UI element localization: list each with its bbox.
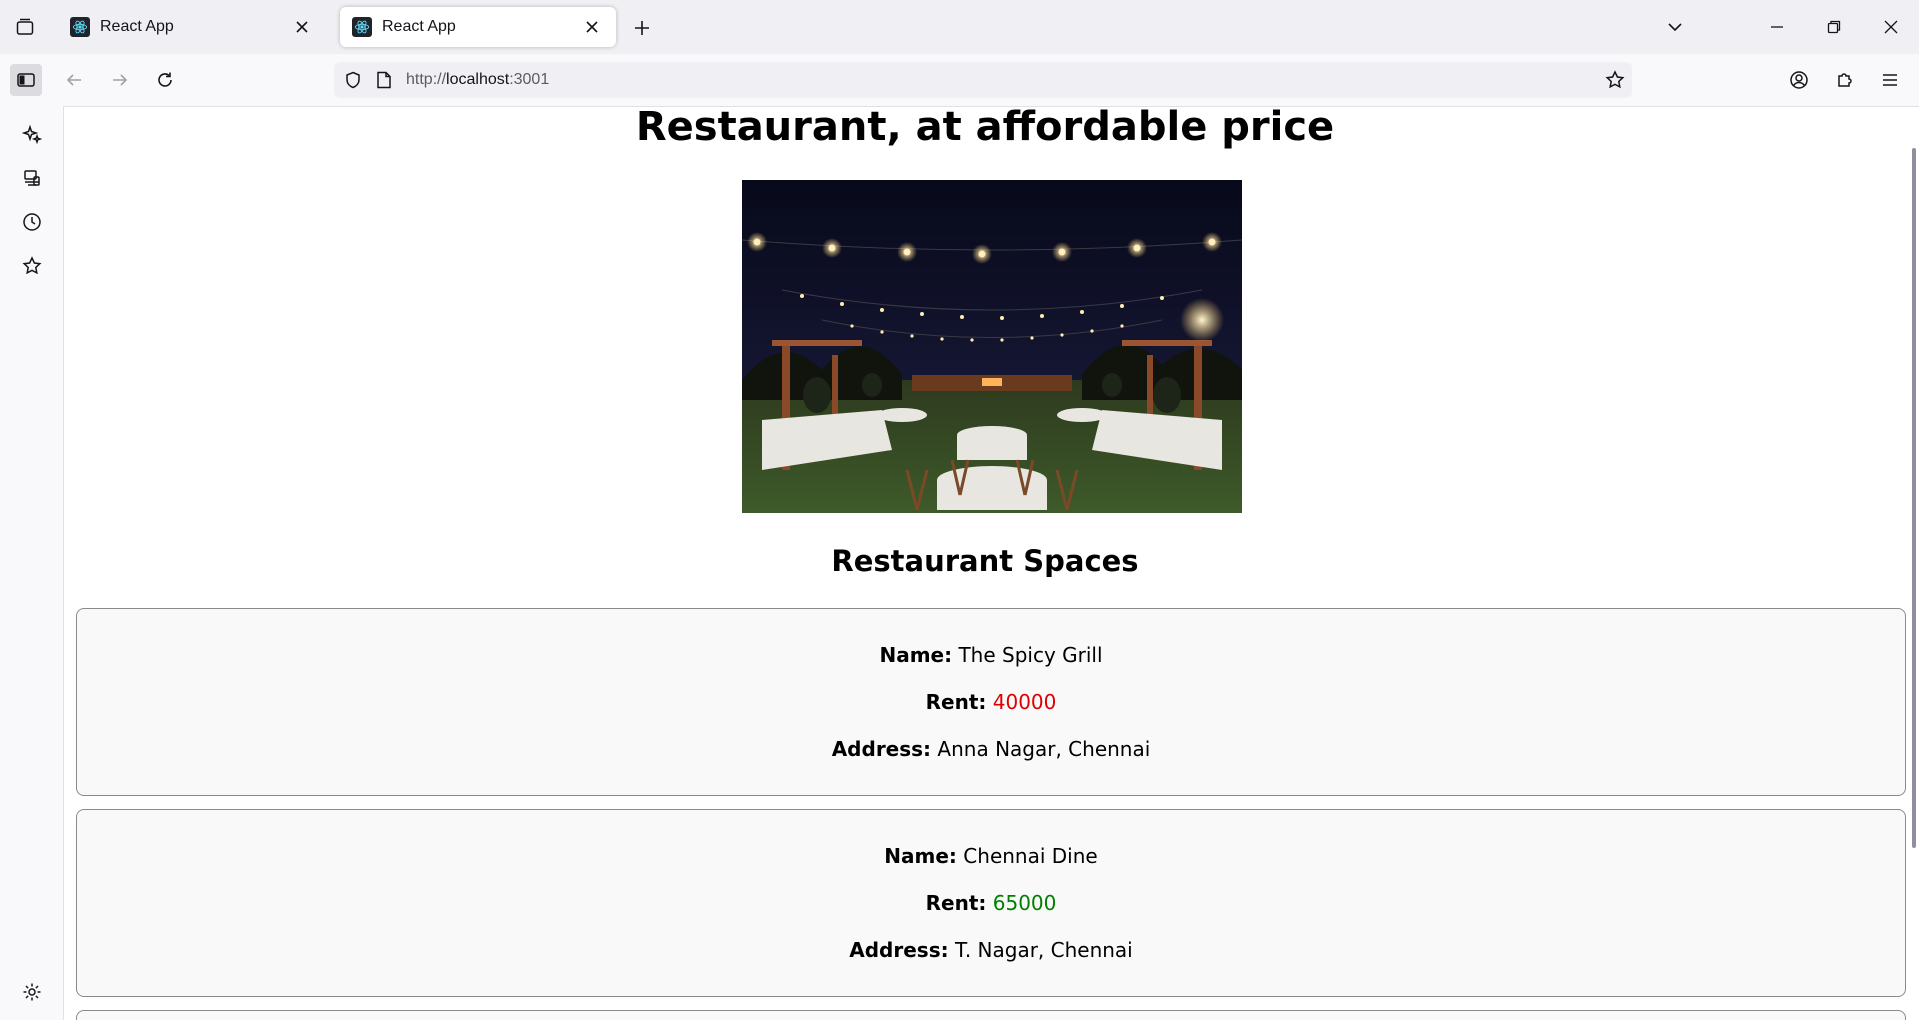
forward-arrow-icon	[113, 74, 128, 86]
navigation-toolbar: http://localhost:3001	[0, 54, 1919, 107]
back-button[interactable]	[58, 64, 90, 96]
close-icon[interactable]	[580, 15, 604, 39]
tab-list-icon	[16, 18, 34, 35]
close-icon[interactable]	[290, 15, 314, 39]
back-arrow-icon	[66, 74, 81, 86]
url-scheme: http://	[406, 71, 447, 88]
settings-gear-icon	[23, 983, 41, 1001]
tab-title: React App	[382, 18, 456, 35]
restaurant-card: Name: The Spicy Grill Rent: 40000 Addres…	[76, 608, 1906, 796]
star-icon	[1605, 70, 1625, 89]
address-label: Address:	[849, 938, 949, 962]
tab-strip: React App React App	[0, 0, 1919, 54]
page-scrollbar[interactable]	[1906, 107, 1919, 1020]
synced-tabs-icon	[24, 170, 40, 186]
restaurant-address-line: Address: T. Nagar, Chennai	[77, 938, 1905, 962]
restaurant-rent-line: Rent: 65000	[77, 891, 1905, 915]
rent-label: Rent:	[925, 891, 987, 915]
url-text[interactable]: http://localhost:3001	[406, 71, 549, 89]
bookmark-star-button[interactable]	[1598, 63, 1632, 97]
chevron-down-icon	[1668, 23, 1682, 32]
sidebar-icon	[17, 73, 35, 87]
menu-icon	[1883, 74, 1897, 86]
account-icon	[1790, 71, 1808, 89]
restaurant-name-line: Name: Chennai Dine	[77, 844, 1905, 868]
url-host: localhost	[446, 71, 510, 88]
shield-icon[interactable]	[344, 71, 362, 89]
url-port: :3001	[509, 71, 550, 88]
restaurant-rent: 65000	[992, 891, 1057, 915]
history-icon	[23, 213, 41, 231]
account-button[interactable]	[1783, 64, 1815, 96]
close-window-icon	[1884, 20, 1898, 34]
restore-icon	[1827, 20, 1841, 34]
extensions-icon	[1838, 73, 1852, 87]
tab-overflow-button[interactable]	[1660, 12, 1690, 42]
sidebar-toggle-button[interactable]	[10, 64, 42, 96]
scrollbar-thumb[interactable]	[1912, 148, 1916, 848]
tab-react-app-1[interactable]: React App	[58, 7, 326, 47]
close-window-button[interactable]	[1876, 12, 1906, 42]
synced-tabs-button[interactable]	[16, 162, 48, 194]
new-tab-button[interactable]	[628, 14, 656, 42]
restaurant-address-line: Address: Anna Nagar, Chennai	[77, 737, 1905, 761]
restaurant-rent-line: Rent: 40000	[77, 690, 1905, 714]
restore-button[interactable]	[1819, 12, 1849, 42]
restaurant-name-line: Name: The Spicy Grill	[77, 643, 1905, 667]
name-label: Name:	[879, 643, 953, 667]
sidebar-settings-button[interactable]	[16, 976, 48, 1008]
menu-button[interactable]	[1874, 64, 1906, 96]
ai-sparkle-icon	[22, 124, 42, 144]
reload-button[interactable]	[149, 64, 181, 96]
section-title: Restaurant Spaces	[831, 544, 1139, 578]
restaurant-address: T. Nagar, Chennai	[954, 938, 1133, 962]
page-content: Restaurant, at affordable price Restaura…	[64, 107, 1906, 1020]
address-label: Address:	[831, 737, 932, 761]
page-title: Restaurant, at affordable price	[635, 107, 1335, 150]
reload-icon	[158, 72, 172, 87]
page-icon[interactable]	[376, 71, 392, 89]
outdoor-restaurant-illustration	[742, 180, 1242, 513]
bookmarks-star-icon	[22, 256, 42, 275]
tab-title: React App	[100, 18, 174, 35]
restaurant-address: Anna Nagar, Chennai	[937, 737, 1151, 761]
name-label: Name:	[884, 844, 957, 868]
bookmarks-button[interactable]	[16, 250, 48, 282]
plus-icon	[635, 21, 649, 35]
restaurant-rent: 40000	[992, 690, 1057, 714]
rent-label: Rent:	[925, 690, 987, 714]
minimize-button[interactable]	[1762, 12, 1792, 42]
react-favicon-icon	[352, 17, 372, 37]
react-favicon-icon	[70, 17, 90, 37]
address-bar[interactable]: http://localhost:3001	[334, 62, 1632, 98]
minimize-icon	[1771, 26, 1783, 28]
restaurant-hero-image	[742, 180, 1242, 513]
restaurant-name: Chennai Dine	[963, 844, 1098, 868]
restaurant-name: The Spicy Grill	[958, 643, 1103, 667]
history-button[interactable]	[16, 206, 48, 238]
restaurant-card: Name: Chennai Dine Rent: 65000 Address: …	[76, 809, 1906, 997]
ai-chatbot-button[interactable]	[16, 118, 48, 150]
tab-react-app-2[interactable]: React App	[340, 7, 616, 47]
browser-sidebar	[0, 106, 64, 1020]
extensions-button[interactable]	[1829, 64, 1861, 96]
tab-list-button[interactable]	[10, 12, 40, 42]
restaurant-card-partial	[76, 1010, 1906, 1020]
forward-button[interactable]	[104, 64, 136, 96]
